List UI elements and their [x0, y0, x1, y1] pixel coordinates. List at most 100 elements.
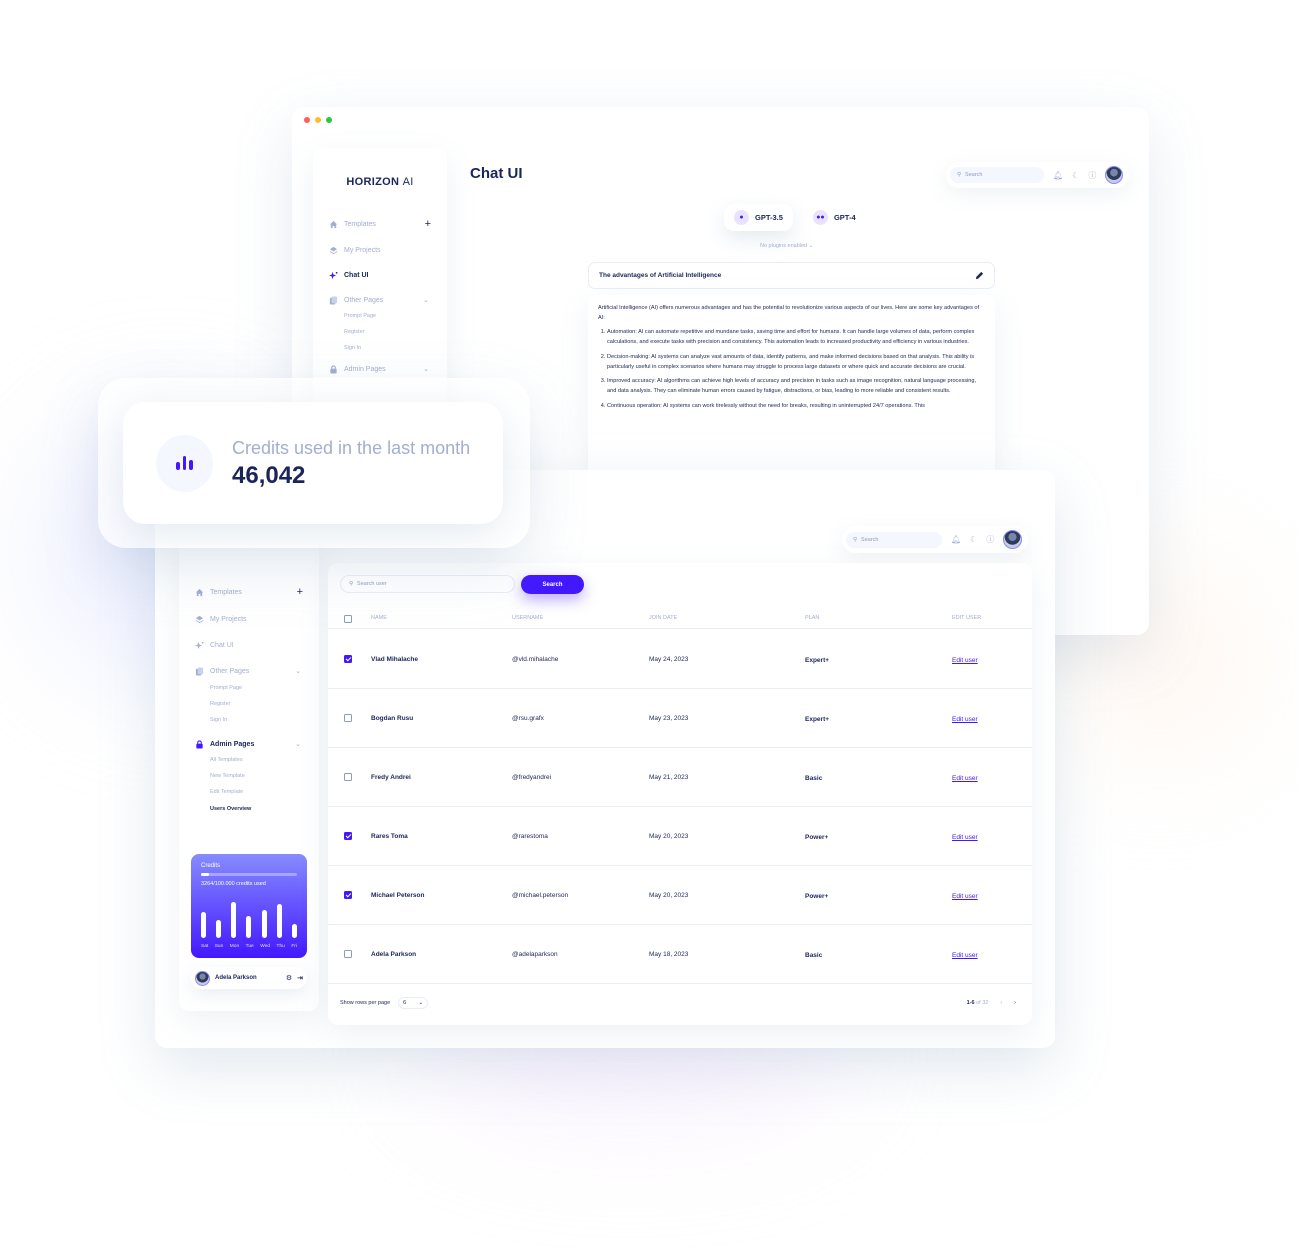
bell-icon[interactable]: 🔔︎ [951, 535, 961, 544]
search-input[interactable]: ⚲ Search [950, 167, 1044, 183]
sidebar-item-label: Other Pages [210, 668, 250, 675]
search-input[interactable]: ⚲ Search [846, 531, 942, 548]
minimize-dot[interactable] [315, 117, 321, 123]
tab-gpt-3-5[interactable]: ● GPT-3.5 [724, 204, 793, 231]
sidebar-item-label: My Projects [210, 616, 247, 623]
row-checkbox[interactable] [344, 832, 352, 840]
edit-user-link[interactable]: Edit user [952, 952, 978, 959]
sub-item-users-overview[interactable]: Users Overview [210, 806, 251, 812]
sidebar-item-my-projects[interactable]: My Projects [195, 615, 247, 624]
search-icon: ⚲ [957, 172, 962, 178]
chevron-down-icon[interactable]: ⌄ [295, 667, 301, 675]
sub-item-all-templates[interactable]: All Templates [210, 757, 243, 763]
model-tabs: ● GPT-3.5 ●● GPT-4 [724, 204, 866, 231]
sub-item-sign-in[interactable]: Sign In [344, 345, 361, 351]
prompt-box[interactable]: The advantages of Artificial Intelligenc… [588, 262, 995, 289]
plugins-text: No plugins enabled [760, 243, 808, 249]
edit-user-link[interactable]: Edit user [952, 775, 978, 782]
sub-item-new-template[interactable]: New Template [210, 773, 245, 779]
brand-light: AI [402, 176, 414, 188]
plugins-dropdown[interactable]: No plugins enabled ⌄ [760, 243, 813, 249]
cell-username: @vld.mihalache [512, 656, 559, 663]
chevron-down-icon: ⌄ [808, 243, 814, 249]
rows-per-page-select[interactable]: 6 ⌄ [398, 997, 429, 1009]
sidebar-item-chat-ui[interactable]: Chat UI [195, 641, 234, 650]
row-checkbox[interactable] [344, 714, 352, 722]
user-search-input[interactable]: ⚲ Search user [340, 575, 515, 593]
avatar[interactable] [1105, 166, 1124, 184]
cell-name: Adela Parkson [371, 951, 417, 958]
sub-item-register[interactable]: Register [344, 329, 364, 335]
avatar [195, 970, 210, 986]
gear-icon[interactable]: ⚙ [286, 974, 292, 982]
edit-user-link[interactable]: Edit user [952, 657, 978, 664]
answer-item: Decision-making: AI systems can analyze … [607, 353, 985, 372]
top-toolbar: ⚲ Search 🔔︎ ☾ ⓘ [946, 162, 1130, 188]
cell-join-date: May 20, 2023 [649, 833, 689, 840]
sidebar-item-other-pages[interactable]: Other Pages [195, 667, 249, 676]
sidebar-item-templates[interactable]: Templates [195, 588, 242, 597]
chevron-down-icon[interactable]: ⌄ [295, 740, 301, 748]
select-all-checkbox[interactable] [344, 615, 352, 623]
edit-user-link[interactable]: Edit user [952, 893, 978, 900]
row-checkbox[interactable] [344, 950, 352, 958]
table-row: Michael Peterson @michael.peterson May 20,… [328, 866, 1032, 925]
cell-plan: Expert+ [805, 657, 830, 664]
sub-item-prompt-page[interactable]: Prompt Page [344, 313, 376, 319]
cell-plan: Power+ [805, 893, 829, 900]
day-label: Sun [214, 944, 224, 949]
sidebar-item-my-projects[interactable]: My Projects [329, 246, 381, 255]
home-icon [195, 588, 204, 597]
moon-icon[interactable]: ☾ [970, 535, 977, 544]
bar-chart-icon [156, 435, 213, 492]
maximize-dot[interactable] [326, 117, 332, 123]
sub-item-edit-template[interactable]: Edit Template [210, 789, 243, 795]
day-label: Mon [229, 944, 240, 949]
user-profile-chip[interactable]: Adela Parkson ⚙ ⇥ [191, 967, 307, 989]
moon-icon[interactable]: ☾ [1072, 171, 1079, 180]
cell-username: @fredyandrei [512, 774, 552, 781]
sub-item-prompt-page[interactable]: Prompt Page [210, 685, 242, 691]
top-toolbar: ⚲ Search 🔔︎ ☾ ⓘ [842, 526, 1029, 553]
search-button[interactable]: Search [521, 575, 584, 594]
avatar[interactable] [1003, 530, 1023, 549]
sparkle-icon [329, 271, 338, 280]
sidebar-item-chat-ui[interactable]: Chat UI [329, 271, 369, 280]
cell-join-date: May 24, 2023 [649, 656, 689, 663]
sidebar-item-templates[interactable]: Templates [329, 220, 376, 229]
table-row: Bogdan Rusu @rsu.grafx May 23, 2023 Expert+… [328, 689, 1032, 748]
info-icon[interactable]: ⓘ [986, 534, 994, 545]
chevron-down-icon[interactable]: ⌄ [423, 296, 429, 304]
row-checkbox[interactable] [344, 655, 352, 663]
credits-used-text: 3264/100.000 credits used [201, 881, 266, 887]
next-page-icon[interactable]: › [1014, 1000, 1016, 1006]
sidebar-item-admin-pages[interactable]: Admin Pages [329, 365, 386, 374]
chevron-down-icon[interactable]: ⌄ [423, 365, 429, 373]
edit-pencil-icon[interactable] [975, 271, 984, 280]
pages-icon [329, 296, 338, 305]
table-row: Fredy Andrei @fredyandrei May 21, 2023 Basi… [328, 748, 1032, 807]
bell-icon[interactable]: 🔔︎ [1053, 171, 1063, 180]
prompt-text: The advantages of Artificial Intelligenc… [599, 272, 722, 279]
sub-item-register[interactable]: Register [210, 701, 230, 707]
edit-user-link[interactable]: Edit user [952, 716, 978, 723]
close-dot[interactable] [304, 117, 310, 123]
prev-page-icon[interactable]: ‹ [1000, 1000, 1002, 1006]
row-checkbox[interactable] [344, 891, 352, 899]
answer-intro: Artificial Intelligence (AI) offers nume… [598, 305, 980, 321]
sidebar-item-label: My Projects [344, 247, 381, 254]
info-icon[interactable]: ⓘ [1088, 170, 1096, 181]
credits-progress [201, 873, 297, 876]
home-icon [329, 220, 338, 229]
edit-user-link[interactable]: Edit user [952, 834, 978, 841]
row-checkbox[interactable] [344, 773, 352, 781]
admin-window: ⚲ Search 🔔︎ ☾ ⓘ Templates + My Projects … [155, 470, 1055, 1048]
add-template-icon[interactable]: + [425, 218, 431, 230]
credits-title: Credits [201, 863, 221, 869]
logout-icon[interactable]: ⇥ [297, 974, 303, 982]
sub-item-sign-in[interactable]: Sign In [210, 717, 227, 723]
sidebar-item-admin-pages[interactable]: Admin Pages [195, 740, 254, 749]
tab-gpt-4[interactable]: ●● GPT-4 [803, 204, 866, 231]
sidebar-item-other-pages[interactable]: Other Pages [329, 296, 383, 305]
add-template-icon[interactable]: + [297, 586, 303, 598]
